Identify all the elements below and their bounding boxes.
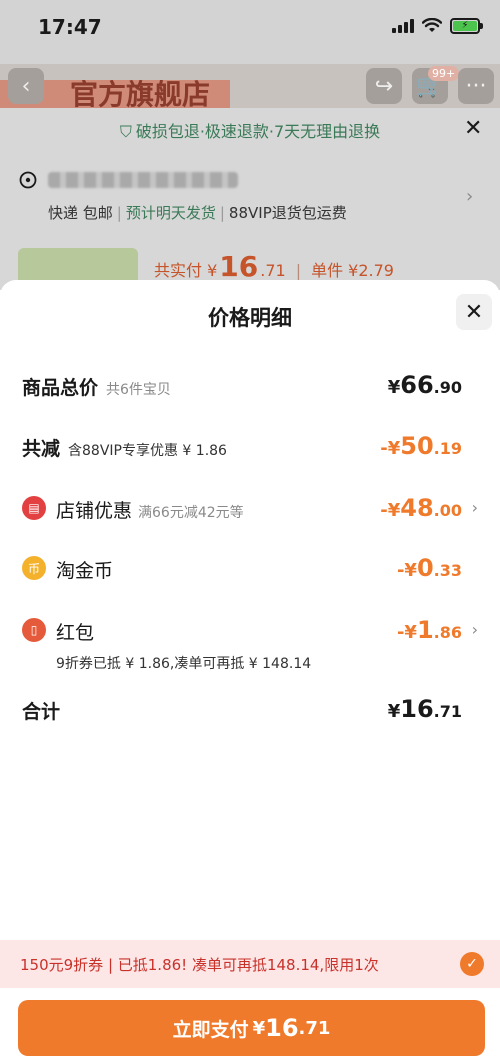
goods-total-row: 商品总价 共6件宝贝 ¥66.90 [0,365,500,405]
taojinbi-label: 淘金币 [56,560,114,582]
wifi-icon [422,18,442,32]
taojinbi-row: 币 淘金币 -¥ 0.33 [0,548,500,588]
goods-total-amount: ¥66.90 [387,371,462,399]
unit-price: 单件 ¥2.79 [311,261,394,280]
grand-total-amount: ¥16.71 [387,695,462,723]
red-packet-icon: ▯ [22,618,46,642]
goods-total-label: 商品总价 共6件宝贝 [22,377,171,399]
status-time: 17:47 [38,15,102,39]
red-packet-label: 红包 [56,622,95,644]
coin-icon: 币 [22,556,46,580]
guarantee-text: 破损包退·极速退款·7天无理由退换 [135,122,381,141]
cart-count-badge: 99+ [428,66,460,81]
goods-count: 共6件宝贝 [106,382,171,398]
coupon-text: 150元9折券 | 已抵1.86! 凑单可再抵148.14,限用1次 [20,956,379,974]
status-icons: ⚡ [392,18,483,34]
chevron-right-icon: › [471,498,478,517]
more-button[interactable]: ··· [458,68,494,104]
shipping-eta: 预计明天发货 [125,204,216,222]
pay-button-int: 16 [265,1014,299,1042]
pay-now-button[interactable]: 立即支付 ¥ 16 .71 [18,1000,485,1056]
shop-discount-rule: 满66元减42元等 [138,505,244,521]
red-packet-amount: -¥ 1.86 [396,616,462,644]
pay-summary: 共实付 ¥ 16 .71 | 单件 ¥2.79 [154,250,394,283]
total-discount-amount: -¥ 50.19 [380,432,462,460]
shield-icon: ⛉ [119,122,132,141]
battery-icon: ⚡ [450,18,483,34]
pay-button-dec: .71 [298,1017,331,1039]
status-bar: 17:47 ⚡ [0,0,500,56]
service-guarantee: ⛉ 破损包退·极速退款·7天无理由退换 [0,118,500,142]
chevron-right-icon: › [471,620,478,639]
sheet-title: 价格明细 [208,306,292,330]
share-button[interactable]: ↪ [366,68,402,104]
taojinbi-amount: -¥ 0.33 [396,554,462,582]
close-button[interactable]: ✕ [456,294,492,330]
red-packet-note: 9折券已抵 ¥ 1.86,凑单可再抵 ¥ 148.14 [56,656,312,672]
back-button[interactable]: ‹ [8,68,44,104]
vip-discount-note: 含88VIP专享优惠 ¥ 1.86 [68,443,227,459]
red-packet-row[interactable]: ▯ 红包 -¥ 1.86 › [0,610,500,650]
address-chevron-icon: › [466,186,474,207]
cellular-signal-icon [392,19,414,33]
shipping-vip: 88VIP退货包运费 [228,204,347,222]
shipping-info: 快递 包邮 | 预计明天发货 | 88VIP退货包运费 [48,204,347,222]
location-pin-icon [19,171,37,189]
close-icon: ✕ [464,299,484,325]
shop-name: 官方旗舰店 [70,80,211,108]
background-close-icon: ✕ [464,116,483,141]
shop-discount-label: 店铺优惠 满66元减42元等 [56,500,244,522]
pay-button-currency: ¥ [252,1017,266,1039]
address-blurred [48,172,238,188]
share-icon: ↪ [374,73,394,99]
total-discount-label: 共减 含88VIP专享优惠 ¥ 1.86 [22,438,227,460]
more-icon: ··· [465,73,487,99]
grand-total-label: 合计 [22,701,61,723]
shop-discount-amount: -¥ 48.00 [380,494,462,522]
coupon-bar[interactable]: 150元9折券 | 已抵1.86! 凑单可再抵148.14,限用1次 ✓ [0,940,500,988]
pay-button-label: 立即支付 [172,1018,249,1041]
shop-icon: ▤ [22,496,46,520]
pay-total-label: 共实付 ¥ [154,261,218,280]
total-discount-row: 共减 含88VIP专享优惠 ¥ 1.86 -¥ 50.19 [0,426,500,466]
chevron-left-icon: ‹ [21,73,31,99]
pay-total-dec: .71 [260,261,286,280]
grand-total-row: 合计 ¥16.71 [0,689,500,729]
pay-total-int: 16 [219,250,259,283]
shipping-express: 快递 包邮 [48,204,113,222]
shop-discount-row[interactable]: ▤ 店铺优惠 满66元减42元等 -¥ 48.00 › [0,488,500,528]
check-icon: ✓ [460,952,484,976]
